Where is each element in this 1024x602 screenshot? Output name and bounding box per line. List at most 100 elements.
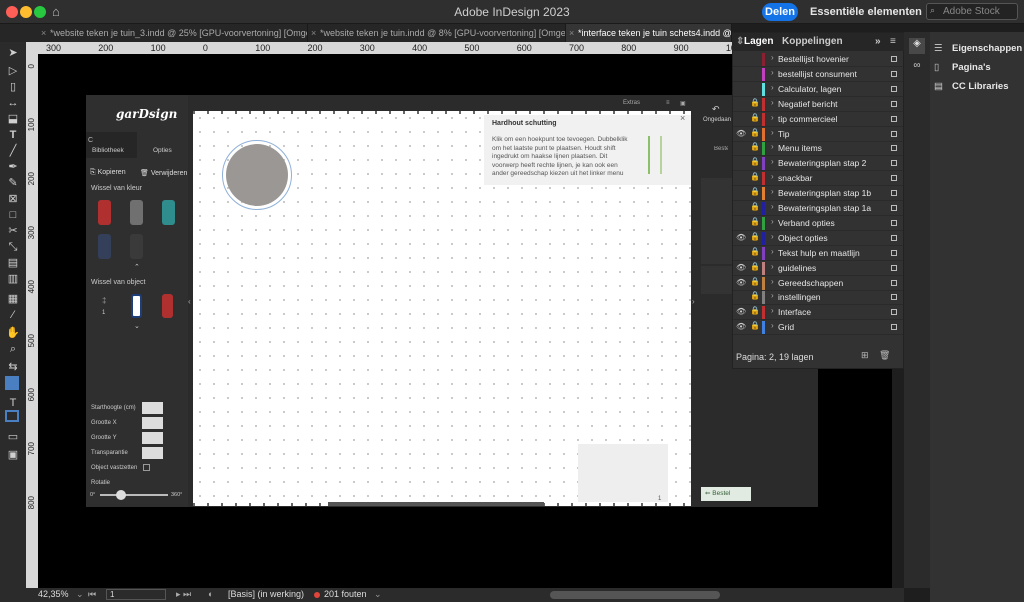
layer-select-square[interactable] bbox=[891, 190, 897, 197]
chevron-right-icon[interactable]: › bbox=[771, 53, 774, 62]
lock-icon[interactable]: 🔒 bbox=[750, 217, 760, 226]
delete-layer-icon[interactable]: 🗑 bbox=[879, 350, 890, 361]
layer-select-square[interactable] bbox=[891, 85, 897, 92]
note-tool-icon[interactable]: ▦ bbox=[5, 292, 21, 306]
screen-mode-icon[interactable]: ▭ bbox=[5, 430, 21, 444]
car-white-swatch[interactable] bbox=[131, 294, 142, 318]
menu-icon[interactable]: ≡ bbox=[666, 100, 670, 106]
zoom-level[interactable]: 42,35% bbox=[38, 589, 69, 599]
lock-object-checkbox[interactable] bbox=[143, 464, 150, 471]
close-icon[interactable]: × bbox=[41, 24, 46, 42]
lock-icon[interactable]: 🔒 bbox=[750, 291, 760, 300]
selection-tool-icon[interactable]: ➤ bbox=[5, 46, 21, 60]
next-page-icon[interactable]: ▸ ⏭ bbox=[176, 589, 191, 600]
chevron-right-icon[interactable]: › bbox=[771, 172, 774, 181]
close-icon[interactable]: × bbox=[569, 24, 574, 42]
horizontal-ruler[interactable]: 3002001000100200300400500600700800900100… bbox=[38, 42, 955, 54]
error-count[interactable]: 201 fouten bbox=[324, 589, 367, 599]
extras-label[interactable]: Extras bbox=[623, 100, 640, 106]
transparency-field[interactable]: Transparantie bbox=[86, 446, 188, 461]
layer-row[interactable]: › Calculator, lagen bbox=[733, 82, 903, 97]
layer-select-square[interactable] bbox=[891, 130, 897, 137]
rotation-slider-track[interactable] bbox=[100, 494, 168, 496]
visibility-eye-icon[interactable]: 👁 bbox=[736, 233, 746, 242]
layer-select-square[interactable] bbox=[891, 279, 897, 286]
layer-select-square[interactable] bbox=[891, 160, 897, 167]
order-button[interactable]: ⇐ Bestel bbox=[701, 487, 751, 501]
document-tab[interactable]: × *website teken je tuin.indd @ 8% [GPU-v… bbox=[308, 24, 566, 42]
order-side-label[interactable]: Bestel bbox=[714, 146, 728, 152]
direct-selection-tool-icon[interactable]: ▷ bbox=[5, 64, 21, 78]
layer-row[interactable]: › Bestellijst hovenier bbox=[733, 52, 903, 67]
lock-icon[interactable]: 🔒 bbox=[750, 157, 760, 166]
field-input[interactable] bbox=[142, 447, 163, 459]
lock-icon[interactable]: 🔒 bbox=[750, 98, 760, 107]
layer-row[interactable]: › bestellijst consument bbox=[733, 67, 903, 82]
chevron-right-icon[interactable]: › bbox=[771, 247, 774, 256]
eyedropper-tool-icon[interactable]: ⁄ bbox=[5, 308, 21, 322]
layers-panel-icon[interactable]: ◈ bbox=[909, 38, 925, 54]
chevron-right-icon[interactable]: › bbox=[771, 157, 774, 166]
delete-button[interactable]: 🗑 Verwijderen bbox=[140, 169, 187, 177]
layer-select-square[interactable] bbox=[891, 294, 897, 301]
lock-icon[interactable]: 🔒 bbox=[750, 306, 760, 315]
visibility-eye-icon[interactable]: 👁 bbox=[736, 307, 746, 316]
car-red-swatch[interactable] bbox=[98, 200, 111, 225]
layer-row[interactable]: 👁 🔒 › Object opties bbox=[733, 231, 903, 246]
undo-label[interactable]: Ongedaan bbox=[703, 117, 731, 123]
document-tab-active[interactable]: × *interface teken je tuin schets4.indd @… bbox=[566, 24, 732, 42]
lock-icon[interactable]: 🔒 bbox=[750, 247, 760, 256]
field-input[interactable] bbox=[142, 402, 163, 414]
start-height-field[interactable]: Starthoogte (cm) bbox=[86, 401, 188, 416]
tab-links[interactable]: Koppelingen bbox=[782, 36, 843, 47]
line-tool-icon[interactable]: ╱ bbox=[5, 144, 21, 158]
car-black-swatch[interactable] bbox=[130, 234, 143, 259]
page-tool-icon[interactable]: ▯ bbox=[5, 80, 21, 94]
layer-row[interactable]: 🔒 › Bewateringsplan stap 1b bbox=[733, 186, 903, 202]
scissors-tool-icon[interactable]: ✂ bbox=[5, 224, 21, 238]
layer-row[interactable]: 👁 🔒 › Gereedschappen bbox=[733, 276, 903, 291]
chevron-right-icon[interactable]: › bbox=[771, 142, 774, 151]
lock-icon[interactable]: 🔒 bbox=[750, 172, 760, 181]
document-tab[interactable]: × *website teken je tuin_3.indd @ 25% [GP… bbox=[38, 24, 308, 42]
chevron-up-icon[interactable]: ⌃ bbox=[134, 263, 140, 271]
layer-row[interactable]: 🔒 › Bewateringsplan stap 1a bbox=[733, 201, 903, 216]
lock-icon[interactable]: 🔒 bbox=[750, 113, 760, 122]
chevron-right-icon[interactable]: › bbox=[771, 291, 774, 300]
type-tool-icon[interactable]: T bbox=[5, 128, 21, 142]
first-page-icon[interactable]: ⏮ bbox=[88, 589, 96, 600]
gradient-feather-tool-icon[interactable]: ▥ bbox=[5, 272, 21, 286]
zoom-dropdown-icon[interactable]: ⌄ bbox=[76, 589, 84, 600]
tab-layers[interactable]: Lagen bbox=[744, 36, 773, 47]
car-red-object-swatch[interactable] bbox=[162, 294, 173, 318]
layer-select-square[interactable] bbox=[891, 100, 897, 107]
collapse-right-icon[interactable]: › bbox=[692, 297, 695, 306]
field-input[interactable] bbox=[142, 432, 163, 444]
copy-button[interactable]: ⎘ Kopieren bbox=[90, 169, 126, 177]
free-transform-tool-icon[interactable]: ⤡ bbox=[5, 240, 21, 254]
layer-row[interactable]: 👁 🔒 › Tip bbox=[733, 127, 903, 142]
links-panel-icon[interactable]: ∞ bbox=[909, 60, 925, 74]
car-navy-swatch[interactable] bbox=[98, 234, 111, 259]
lock-icon[interactable]: 🔒 bbox=[750, 277, 760, 286]
lock-icon[interactable]: 🔒 bbox=[750, 128, 760, 137]
car-gray-swatch[interactable] bbox=[130, 200, 143, 225]
tab-library[interactable] bbox=[86, 132, 137, 158]
visibility-eye-icon[interactable]: 👁 bbox=[736, 263, 746, 272]
chevron-right-icon[interactable]: › bbox=[771, 98, 774, 107]
formatting-container-icon[interactable]: T bbox=[5, 396, 21, 410]
stock-search-input[interactable]: Adobe Stock bbox=[926, 3, 1018, 20]
minimap-panel[interactable] bbox=[578, 444, 668, 502]
lock-icon[interactable]: 🔒 bbox=[750, 187, 760, 196]
ruler-origin[interactable] bbox=[26, 42, 38, 54]
layer-row[interactable]: 👁 🔒 › guidelines bbox=[733, 261, 903, 276]
workspace-switcher[interactable]: Essentiële elementen ⌄ bbox=[810, 5, 934, 18]
field-input[interactable] bbox=[142, 417, 163, 429]
layer-row[interactable]: 👁 🔒 › Interface bbox=[733, 305, 903, 321]
layer-select-square[interactable] bbox=[891, 70, 897, 77]
size-y-field[interactable]: Grootte Y bbox=[86, 431, 188, 446]
pen-tool-icon[interactable]: ✒ bbox=[5, 160, 21, 174]
lock-icon[interactable]: 🔒 bbox=[750, 321, 760, 330]
gap-tool-icon[interactable]: ↔ bbox=[5, 96, 21, 110]
chevron-right-icon[interactable]: › bbox=[771, 68, 774, 77]
